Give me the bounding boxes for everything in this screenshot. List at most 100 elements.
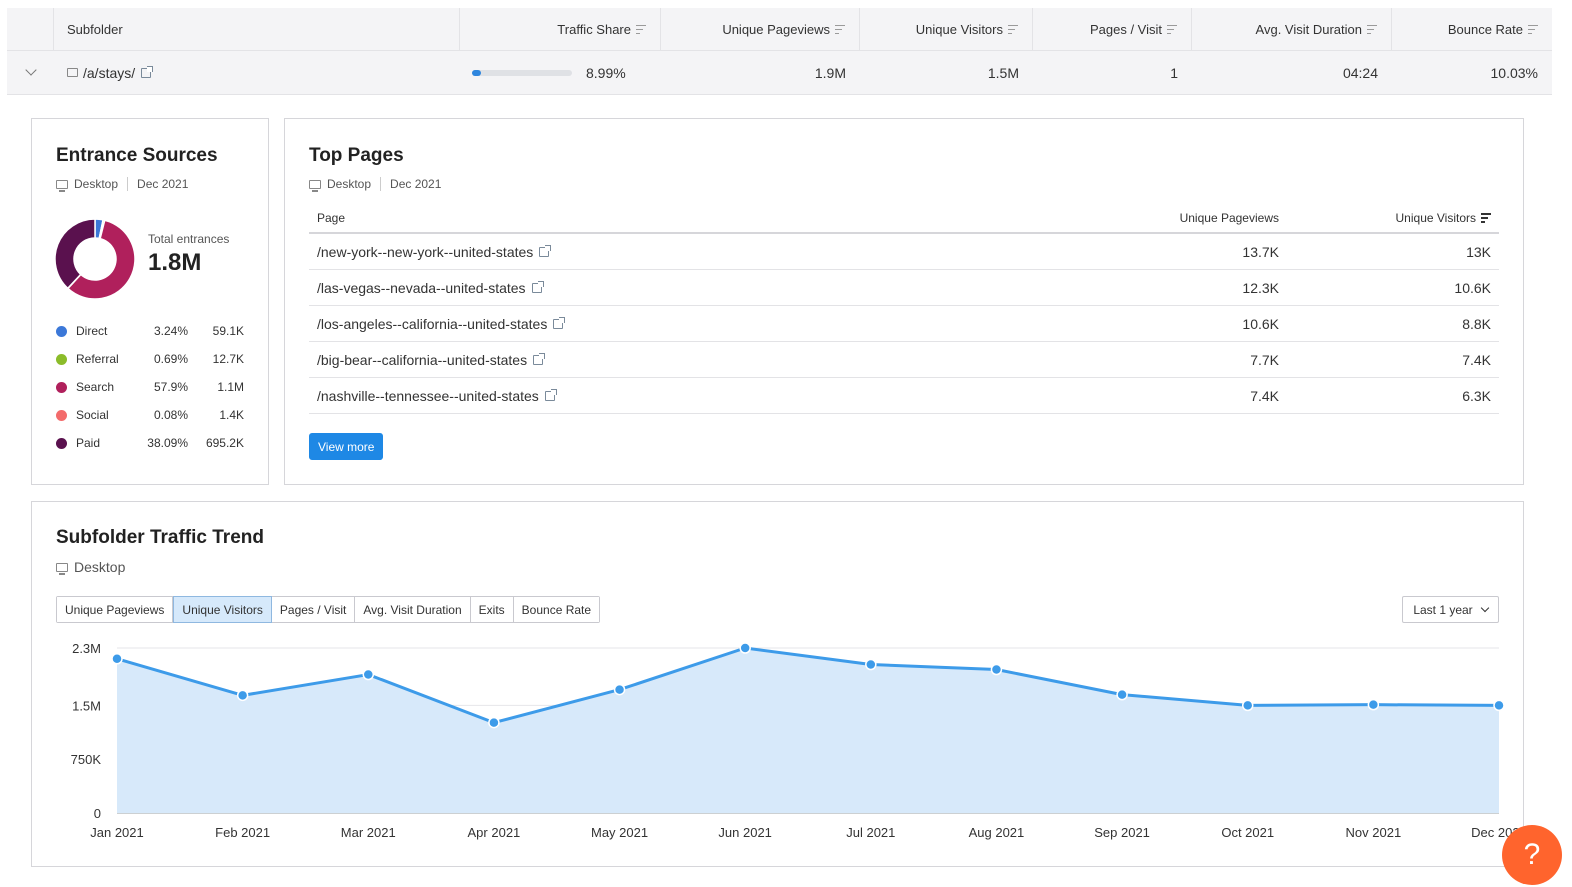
sort-icon[interactable] (1367, 24, 1377, 34)
expand-toggle[interactable] (7, 51, 54, 94)
x-tick-label: Sep 2021 (1094, 825, 1150, 840)
tab-pages-visit[interactable]: Pages / Visit (271, 597, 356, 622)
legend-value: 12.7K (212, 352, 244, 366)
legend-value: 1.4K (219, 408, 244, 422)
chevron-down-icon[interactable] (24, 64, 37, 76)
legend-item[interactable]: Social 0.08% 1.4K (56, 405, 246, 425)
date-range-value: Last 1 year (1413, 602, 1473, 617)
tab-exits[interactable]: Exits (470, 597, 514, 622)
header-label: Subfolder (67, 21, 123, 37)
visitors-cell: 13K (1466, 243, 1491, 260)
sort-icon[interactable] (1167, 24, 1177, 34)
divider (127, 177, 129, 191)
view-more-button[interactable]: View more (309, 433, 384, 460)
page-link[interactable]: /new-york--new-york--united-states (317, 244, 533, 260)
sort-icon[interactable] (636, 24, 646, 34)
tab-unique-visitors[interactable]: Unique Visitors (173, 596, 272, 623)
traffic-share-bar-fill (472, 69, 481, 76)
external-link-icon[interactable] (539, 244, 552, 257)
legend-name: Referral (76, 352, 119, 366)
legend-percent: 57.9% (153, 380, 188, 394)
page-link[interactable]: /los-angeles--california--united-states (317, 316, 547, 332)
tab-bounce-rate[interactable]: Bounce Rate (513, 597, 600, 622)
header-label: Unique Visitors (915, 21, 1003, 37)
desktop-icon (309, 179, 321, 192)
legend-name: Search (76, 380, 115, 394)
sort-icon[interactable] (835, 24, 845, 34)
x-tick-label: May 2021 (591, 825, 648, 840)
legend-percent: 0.08% (153, 408, 188, 422)
data-point[interactable] (865, 658, 877, 671)
page-link[interactable]: /nashville--tennessee--united-states (317, 388, 539, 404)
tab-avg-visit-duration[interactable]: Avg. Visit Duration (355, 597, 471, 622)
external-link-icon[interactable] (531, 280, 544, 293)
data-point[interactable] (739, 642, 751, 654)
panel-meta: Desktop Dec 2021 (309, 177, 441, 192)
traffic-trend-panel: Subfolder Traffic Trend Desktop Unique P… (31, 501, 1524, 867)
data-point[interactable] (1116, 688, 1128, 701)
device-label: Desktop (74, 559, 126, 575)
legend-item[interactable]: Direct 3.24% 59.1K (56, 321, 246, 341)
series-area (117, 648, 1499, 813)
header-label: Unique Visitors (1395, 210, 1476, 225)
legend-item[interactable]: Paid 38.09% 695.2K (56, 433, 246, 453)
data-point[interactable] (111, 653, 123, 665)
pageviews-cell: 12.3K (1242, 279, 1279, 296)
total-entrances-label: Total entrances (148, 232, 230, 246)
header-unique-pageviews[interactable]: Unique Pageviews (661, 8, 860, 50)
data-point[interactable] (1367, 698, 1380, 711)
page-link[interactable]: /big-bear--california--united-states (317, 352, 527, 368)
data-point[interactable] (1493, 699, 1505, 712)
data-point[interactable] (236, 689, 249, 702)
page-cell: /los-angeles--california--united-states (309, 316, 1109, 332)
header-unique-visitors[interactable]: Unique Visitors (860, 8, 1033, 50)
donut-slice-paid[interactable] (54, 218, 96, 290)
help-button[interactable]: ? (1502, 825, 1562, 885)
subfolder-path: /a/stays/ (83, 64, 136, 81)
panel-meta: Desktop Dec 2021 (56, 177, 188, 192)
x-tick-label: Jun 2021 (718, 825, 772, 840)
tab-unique-pageviews[interactable]: Unique Pageviews (57, 597, 174, 622)
data-point[interactable] (990, 663, 1003, 676)
page-cell: /big-bear--california--united-states (309, 352, 1109, 368)
y-tick-label: 1.5M (72, 698, 101, 713)
subfolder-table: Subfolder Traffic Share Unique Pageviews… (7, 8, 1552, 95)
data-point[interactable] (488, 716, 500, 729)
external-link-icon[interactable] (533, 352, 546, 365)
entrance-sources-panel: Entrance Sources Desktop Dec 2021 Total … (31, 118, 269, 485)
data-point[interactable] (1241, 699, 1254, 712)
legend-name: Direct (76, 324, 108, 338)
legend-percent: 3.24% (153, 324, 188, 338)
sort-icon[interactable] (1008, 24, 1018, 34)
sort-icon[interactable] (1528, 24, 1538, 34)
page-link[interactable]: /las-vegas--nevada--united-states (317, 280, 526, 296)
sort-icon[interactable] (1481, 213, 1491, 223)
visitors-cell: 7.4K (1462, 351, 1491, 368)
table-header: Subfolder Traffic Share Unique Pageviews… (7, 8, 1552, 51)
legend-percent: 0.69% (153, 352, 188, 366)
external-link-icon[interactable] (544, 388, 557, 401)
data-point[interactable] (613, 683, 626, 696)
traffic-share-bar (472, 69, 572, 76)
visitors-cell: 10.6K (1454, 279, 1491, 296)
header-unique-visitors[interactable]: Unique Visitors (1279, 211, 1499, 225)
legend-item[interactable]: Referral 0.69% 12.7K (56, 349, 246, 369)
header-unique-pageviews[interactable]: Unique Pageviews (1109, 211, 1279, 225)
traffic-share-cell: 8.99% (460, 51, 661, 94)
traffic-share-value: 8.99% (586, 64, 626, 81)
header-bounce-rate[interactable]: Bounce Rate (1392, 8, 1552, 50)
top-pages-panel: Top Pages Desktop Dec 2021 Page Unique P… (284, 118, 1524, 485)
date-range-select[interactable]: Last 1 year (1402, 596, 1499, 623)
header-label: Traffic Share (557, 21, 631, 37)
bounce-rate-cell: 10.03% (1490, 64, 1538, 81)
external-link-icon[interactable] (553, 316, 566, 329)
header-pages-per-visit[interactable]: Pages / Visit (1033, 8, 1192, 50)
header-subfolder[interactable]: Subfolder (54, 8, 460, 50)
header-avg-visit-duration[interactable]: Avg. Visit Duration (1192, 8, 1392, 50)
legend-item[interactable]: Search 57.9% 1.1M (56, 377, 246, 397)
data-point[interactable] (362, 668, 375, 681)
avg-visit-duration-cell: 04:24 (1342, 64, 1378, 81)
header-traffic-share[interactable]: Traffic Share (460, 8, 661, 50)
legend-dot (56, 381, 67, 393)
external-link-icon[interactable] (141, 65, 154, 78)
